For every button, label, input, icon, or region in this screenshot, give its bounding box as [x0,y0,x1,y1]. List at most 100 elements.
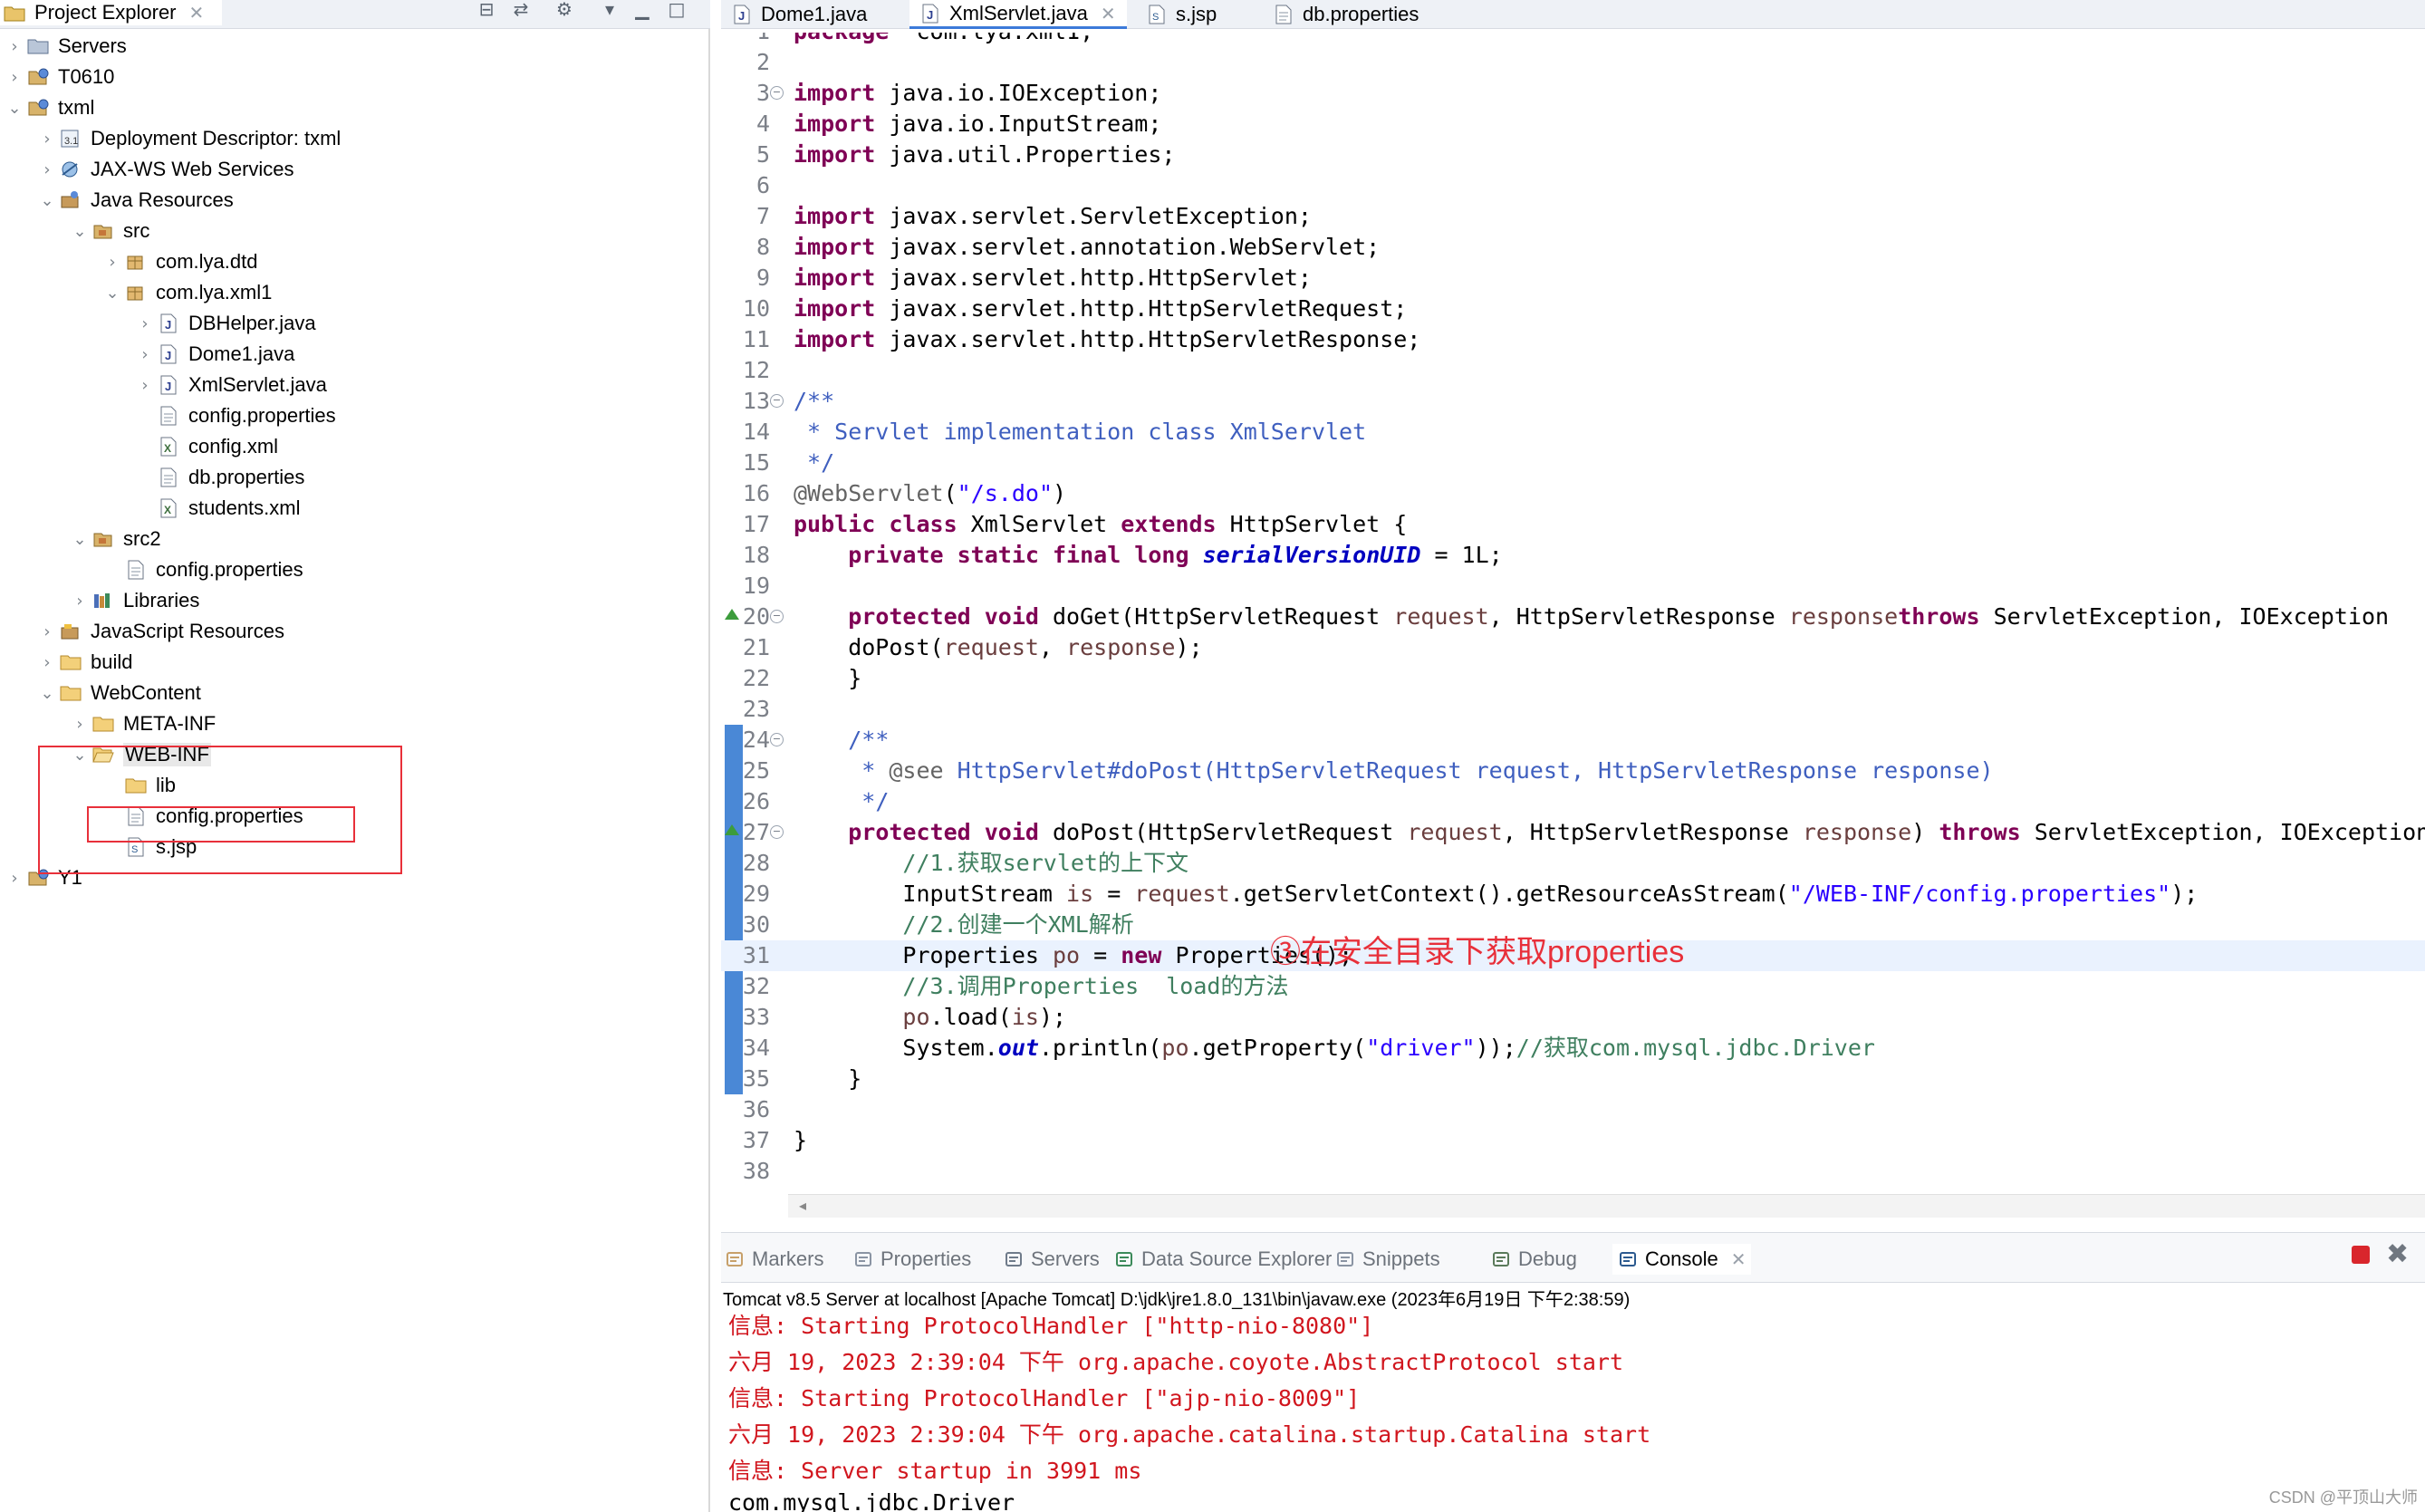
link-with-editor-icon[interactable]: ⇄ [509,0,533,22]
console-tab[interactable]: Console✕ [1612,1244,1751,1275]
scroll-left-icon[interactable]: ◂ [799,1197,806,1214]
chevron-right-icon[interactable]: › [69,715,91,734]
code-line[interactable]: 1package com.lya.xml1; [721,33,2425,47]
code-line[interactable]: 21 doPost(request, response); [721,632,2425,663]
chevron-down-icon[interactable]: ⌄ [4,99,25,118]
code-line[interactable]: 10import javax.servlet.http.HttpServletR… [721,294,2425,324]
horizontal-scrollbar[interactable]: ◂ [788,1194,2425,1218]
view-menu-icon[interactable]: ⚙ [553,0,576,22]
editor-tab[interactable]: JDome1.java [721,0,902,29]
code-line[interactable]: 37} [721,1125,2425,1156]
tree-item[interactable]: Xconfig.xml [134,431,278,462]
code-line[interactable]: 2 [721,47,2425,78]
code-line[interactable]: 25 * @see HttpServlet#doPost(HttpServlet… [721,756,2425,786]
chevron-right-icon[interactable]: › [4,869,25,888]
chevron-right-icon[interactable]: › [36,622,58,641]
tree-item[interactable]: ⌄src2 [69,524,161,554]
code-line[interactable]: 27− protected void doPost(HttpServletReq… [721,817,2425,848]
code-line[interactable]: 9import javax.servlet.http.HttpServlet; [721,263,2425,294]
tree-item[interactable]: ›Libraries [69,585,199,616]
chevron-right-icon[interactable]: › [69,592,91,611]
fold-toggle-icon[interactable]: − [770,394,784,408]
chevron-right-icon[interactable]: › [36,160,58,179]
editor-tab[interactable]: JXmlServlet.java✕ [909,0,1127,29]
tree-item[interactable]: ›JAX-WS Web Services [36,154,294,185]
chevron-down-icon[interactable]: ⌄ [101,284,123,303]
close-icon[interactable]: ✕ [1101,3,1116,24]
collapse-all-icon[interactable]: ⊟ [475,0,498,22]
chevron-right-icon[interactable]: › [134,376,156,395]
chevron-right-icon[interactable]: › [101,253,123,272]
code-line[interactable]: 33 po.load(is); [721,1002,2425,1033]
code-line[interactable]: 28 //1.获取servlet的上下文 [721,848,2425,879]
close-icon[interactable]: ✕ [189,2,205,24]
chevron-right-icon[interactable]: › [134,345,156,364]
code-line[interactable]: 18 private static final long serialVersi… [721,540,2425,571]
code-line[interactable]: 5import java.util.Properties; [721,140,2425,170]
code-line[interactable]: 16@WebServlet("/s.do") [721,478,2425,509]
tree-item[interactable]: ›Servers [4,31,127,62]
close-icon[interactable]: ✕ [1731,1248,1747,1270]
tree-item[interactable]: ›com.lya.dtd [101,246,258,277]
code-line[interactable]: 8import javax.servlet.annotation.WebServ… [721,232,2425,263]
tree-item[interactable]: ›JDBHelper.java [134,308,316,339]
tree-item[interactable]: ›T0610 [4,62,114,92]
tree-item[interactable]: ⌄src [69,216,149,246]
console-tab[interactable]: Snippets [1335,1244,1440,1275]
remove-launch-icon[interactable]: ✖ [2386,1238,2409,1270]
maximize-icon[interactable]: □ [665,0,688,22]
code-line[interactable]: 7import javax.servlet.ServletException; [721,201,2425,232]
code-line[interactable]: 35 } [721,1064,2425,1094]
chevron-down-icon[interactable]: ⌄ [69,222,91,241]
chevron-down-icon[interactable]: ⌄ [36,684,58,703]
code-line[interactable]: 6 [721,170,2425,201]
code-line[interactable]: 17public class XmlServlet extends HttpSe… [721,509,2425,540]
tree-item[interactable]: ⌄com.lya.xml1 [101,277,272,308]
code-line[interactable]: 34 System.out.println(po.getProperty("dr… [721,1033,2425,1064]
code-line[interactable]: 4import java.io.InputStream; [721,109,2425,140]
chevron-right-icon[interactable]: › [134,314,156,333]
tree-item[interactable]: ⌄WebContent [36,678,201,708]
tree-item[interactable]: ›3.1Deployment Descriptor: txml [36,123,341,154]
code-line[interactable]: 23 [721,694,2425,725]
code-area[interactable]: 1package com.lya.xml1;23−import java.io.… [721,33,2425,1196]
code-line[interactable]: 19 [721,571,2425,602]
dropdown-icon[interactable]: ▾ [598,0,621,22]
code-line[interactable]: 38 [721,1156,2425,1187]
console-tab[interactable]: Debug [1491,1244,1577,1275]
code-line[interactable]: 14 * Servlet implementation class XmlSer… [721,417,2425,448]
code-line[interactable]: 29 InputStream is = request.getServletCo… [721,879,2425,910]
editor-tab[interactable]: db.properties [1263,0,1444,29]
code-line[interactable]: 26 */ [721,786,2425,817]
code-line[interactable]: 20− protected void doGet(HttpServletRequ… [721,602,2425,632]
fold-toggle-icon[interactable]: − [770,733,784,746]
code-line[interactable]: 32 //3.调用Properties load的方法 [721,971,2425,1002]
code-line[interactable]: 12 [721,355,2425,386]
tree-item[interactable]: db.properties [134,462,304,493]
tree-item[interactable]: config.properties [101,554,303,585]
editor-tab[interactable]: Ss.jsp [1136,0,1254,29]
chevron-down-icon[interactable]: ⌄ [69,530,91,549]
minimize-icon[interactable]: ▁ [630,0,654,22]
code-line[interactable]: 22 } [721,663,2425,694]
code-line[interactable]: 31 Properties po = new Properties();③在安全… [721,940,2425,971]
tree-item[interactable]: ›JXmlServlet.java [134,370,327,400]
fold-toggle-icon[interactable]: − [770,825,784,839]
fold-toggle-icon[interactable]: − [770,610,784,623]
chevron-down-icon[interactable]: ⌄ [36,191,58,210]
tree-item[interactable]: ⌄Java Resources [36,185,234,216]
code-line[interactable]: 11import javax.servlet.http.HttpServletR… [721,324,2425,355]
tree-item[interactable]: ›build [36,647,132,678]
fold-toggle-icon[interactable]: − [770,86,784,100]
tree-item[interactable]: Xstudents.xml [134,493,301,524]
override-marker-icon[interactable] [725,609,739,620]
code-line[interactable]: 15 */ [721,448,2425,478]
console-tab[interactable]: Servers [1004,1244,1100,1275]
console-tab[interactable]: Properties [853,1244,971,1275]
code-line[interactable]: 3−import java.io.IOException; [721,78,2425,109]
tree-item[interactable]: config.properties [134,400,336,431]
chevron-right-icon[interactable]: › [4,68,25,87]
code-line[interactable]: 36 [721,1094,2425,1125]
code-line[interactable]: 13−/** [721,386,2425,417]
tree-item[interactable]: ›META-INF [69,708,216,739]
